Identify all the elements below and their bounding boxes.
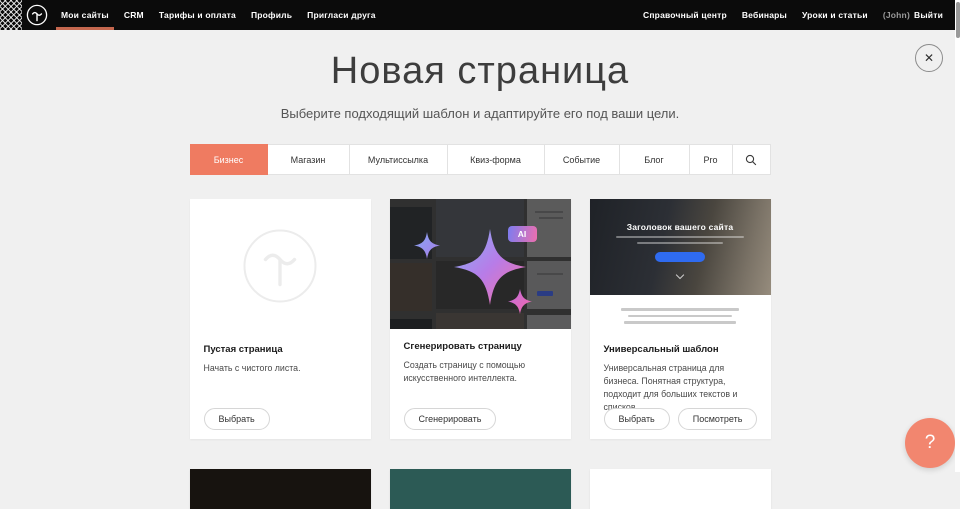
tab-quiz-form[interactable]: Квиз-форма [448,144,545,175]
blank-page-preview [190,199,371,332]
topbar-nav-left: Мои сайты CRM Тарифы и оплата Профиль Пр… [61,0,376,30]
template-paragraph-skeleton [590,295,771,324]
tab-event[interactable]: Событие [545,144,620,175]
card-generate-ai: AI Сгенерировать страницу Создать страни… [390,199,571,439]
card-title: Универсальный шаблон [604,344,757,355]
template-category-tabs: Бизнес Магазин Мультиссылка Квиз-форма С… [190,144,771,175]
scrollbar-thumb[interactable] [956,2,960,38]
close-icon: ✕ [924,51,934,65]
tilda-logo-icon[interactable] [26,4,48,26]
choose-blank-button[interactable]: Выбрать [204,408,270,430]
question-mark-icon: ? [925,432,936,454]
choose-template-button[interactable]: Выбрать [604,408,670,430]
template-cta-button [655,252,705,262]
tab-store[interactable]: Магазин [268,144,350,175]
active-nav-underline [56,27,114,30]
nav-crm[interactable]: CRM [124,0,144,30]
template-hero-heading: Заголовок вашего сайта [627,222,734,232]
nav-invite-friend[interactable]: Пригласи друга [307,0,376,30]
nav-pricing[interactable]: Тарифы и оплата [159,0,236,30]
page-scrollbar[interactable] [955,0,960,472]
template-cards-row: Пустая страница Начать с чистого листа. … [190,199,771,439]
hero-text-line [616,236,744,238]
tab-search[interactable] [733,144,771,175]
nav-logout[interactable]: (John) Выйти [883,0,943,30]
card-description: Начать с чистого листа. [204,362,354,375]
tilda-watermark-icon [243,229,317,303]
user-name: (John) [883,10,910,20]
template-card-partial [190,469,371,509]
page-title: Новая страница [190,52,771,90]
close-button[interactable]: ✕ [915,44,943,72]
template-card-partial [590,469,771,509]
nav-my-sites-label: Мои сайты [61,10,109,20]
card-description: Универсальная страница для бизнеса. Поня… [604,362,754,414]
preview-template-button[interactable]: Посмотреть [678,408,758,430]
help-button[interactable]: ? [905,418,955,468]
tab-blog[interactable]: Блог [620,144,690,175]
page-subtitle: Выберите подходящий шаблон и адаптируйте… [190,106,771,121]
search-icon [745,154,757,166]
card-universal-template: Заголовок вашего сайта Универсальный шаб… [590,199,771,439]
topbar-nav-right: Справочный центр Вебинары Уроки и статьи… [643,0,943,30]
card-title: Пустая страница [204,344,357,355]
topbar-pattern-decoration [0,0,22,30]
card-title: Сгенерировать страницу [404,341,557,352]
template-hero-thumbnail: Заголовок вашего сайта [590,199,771,295]
nav-webinars[interactable]: Вебинары [742,0,787,30]
nav-my-sites[interactable]: Мои сайты [61,0,109,30]
new-page-dialog: Новая страница Выберите подходящий шабло… [190,0,771,509]
topbar: Мои сайты CRM Тарифы и оплата Профиль Пр… [0,0,960,30]
ai-badge: AI [508,226,537,242]
card-description: Создать страницу с помощью искусственног… [404,359,554,385]
nav-profile[interactable]: Профиль [251,0,292,30]
ai-preview: AI [390,199,571,329]
tab-multilink[interactable]: Мультиссылка [350,144,448,175]
hero-text-line [637,242,723,244]
logout-label: Выйти [914,10,943,20]
tab-business[interactable]: Бизнес [190,144,268,175]
generate-button[interactable]: Сгенерировать [404,408,497,430]
nav-lessons[interactable]: Уроки и статьи [802,0,868,30]
chevron-down-icon [676,271,684,279]
card-blank-page: Пустая страница Начать с чистого листа. … [190,199,371,439]
next-template-row [190,469,771,509]
ai-sparkle-icon [390,199,571,329]
nav-help-center[interactable]: Справочный центр [643,0,727,30]
template-card-partial [390,469,571,509]
tab-pro[interactable]: Pro [690,144,733,175]
template-preview: Заголовок вашего сайта [590,199,771,332]
